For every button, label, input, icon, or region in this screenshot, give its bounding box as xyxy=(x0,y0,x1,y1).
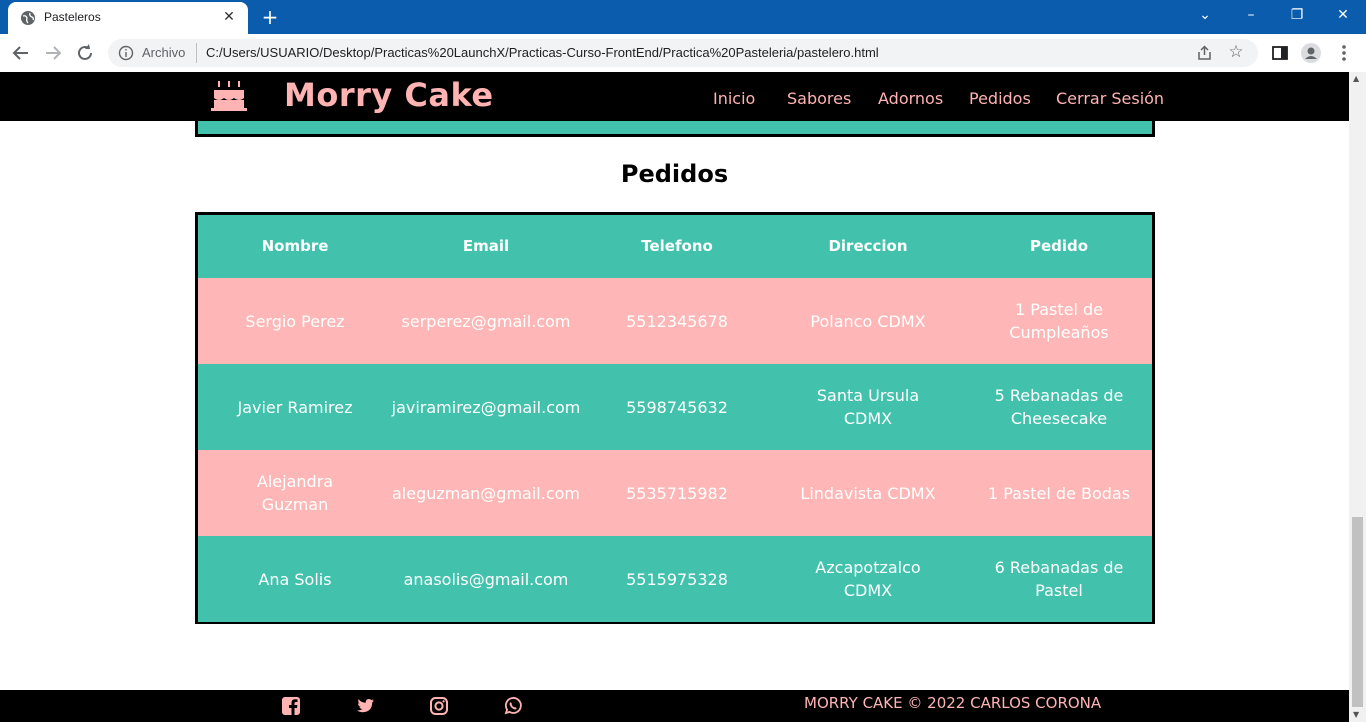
restore-button[interactable]: ❐ xyxy=(1277,4,1317,26)
close-window-button[interactable]: ✕ xyxy=(1323,4,1363,26)
site-brand[interactable]: Morry Cake xyxy=(284,76,494,114)
cell-telefono: 5535715982 xyxy=(626,483,728,503)
facebook-icon[interactable] xyxy=(281,696,301,716)
table-row: Sergio Perez serperez@gmail.com 55123456… xyxy=(198,278,1152,364)
cell-telefono: 5512345678 xyxy=(626,311,728,331)
site-footer: MORRY CAKE © 2022 CARLOS CORONA xyxy=(0,690,1349,722)
share-icon[interactable] xyxy=(1196,44,1214,62)
cell-direccion: Lindavista CDMX xyxy=(800,483,936,503)
scroll-up-icon[interactable]: ▲ xyxy=(1353,74,1359,83)
column-header-direccion: Direccion xyxy=(828,237,908,255)
column-header-telefono: Telefono xyxy=(641,237,713,255)
address-bar[interactable]: Archivo C:/Users/USUARIO/Desktop/Practic… xyxy=(108,39,1258,67)
cell-direccion: Santa Ursula CDMX xyxy=(816,386,920,428)
profile-avatar-icon[interactable] xyxy=(1301,43,1321,63)
side-panel-icon[interactable] xyxy=(1270,43,1290,63)
cell-email: aleguzman@gmail.com xyxy=(391,483,580,503)
nav-link-pedidos[interactable]: Pedidos xyxy=(969,89,1031,108)
tab-close-icon[interactable]: ✕ xyxy=(220,8,238,26)
cell-direccion: Azcapotzalco CDMX xyxy=(815,558,921,600)
nav-link-sabores[interactable]: Sabores xyxy=(787,89,851,108)
cell-email: javiramirez@gmail.com xyxy=(391,397,581,417)
tab-search-icon[interactable]: ⌄ xyxy=(1185,4,1225,26)
menu-kebab-icon[interactable] xyxy=(1334,43,1354,63)
browser-tab-strip: Pasteleros ✕ + ⌄ – ❐ ✕ xyxy=(0,0,1366,34)
scheme-label: Archivo xyxy=(142,45,186,60)
cell-email: anasolis@gmail.com xyxy=(403,569,569,589)
forward-icon[interactable] xyxy=(42,42,64,64)
cell-direccion: Polanco CDMX xyxy=(810,311,926,331)
cell-nombre: Ana Solis xyxy=(258,569,332,589)
cell-telefono: 5598745632 xyxy=(626,397,728,417)
new-tab-button[interactable]: + xyxy=(260,6,280,28)
nav-link-inicio[interactable]: Inicio xyxy=(713,89,755,108)
globe-icon xyxy=(21,11,35,25)
nav-link-cerrar-sesion[interactable]: Cerrar Sesión xyxy=(1056,89,1164,108)
cake-icon xyxy=(211,81,247,111)
cell-nombre: Javier Ramirez xyxy=(237,397,353,417)
omnibox-divider xyxy=(196,43,197,63)
orders-table: Nombre Email Telefono Direccion Pedido S… xyxy=(195,212,1155,624)
cell-pedido: 1 Pastel de Cumpleaños xyxy=(1009,300,1109,342)
back-icon[interactable] xyxy=(10,42,32,64)
table-row: Alejandra Guzman aleguzman@gmail.com 5535… xyxy=(198,450,1152,536)
column-header-pedido: Pedido xyxy=(1029,237,1089,255)
cell-email: serperez@gmail.com xyxy=(401,311,571,331)
cell-nombre: Sergio Perez xyxy=(245,311,345,331)
site-navbar: Morry Cake Inicio Sabores Adornos Pedido… xyxy=(0,72,1349,121)
scroll-down-icon[interactable]: ▼ xyxy=(1353,710,1359,719)
nav-link-adornos[interactable]: Adornos xyxy=(878,89,943,108)
table-row: Javier Ramirez javiramirez@gmail.com 559… xyxy=(198,364,1152,450)
table-header: Nombre Email Telefono Direccion Pedido xyxy=(198,215,1152,278)
column-header-email: Email xyxy=(462,237,510,255)
page-viewport: Morry Cake Inicio Sabores Adornos Pedido… xyxy=(0,72,1349,722)
info-icon[interactable] xyxy=(118,45,134,61)
table-row: Ana Solis anasolis@gmail.com 5515975328 … xyxy=(198,536,1152,622)
url-text[interactable]: C:/Users/USUARIO/Desktop/Practicas%20Lau… xyxy=(206,45,879,60)
whatsapp-icon[interactable] xyxy=(503,696,523,716)
minimize-button[interactable]: – xyxy=(1231,4,1271,26)
cell-telefono: 5515975328 xyxy=(626,569,728,589)
footer-copyright: MORRY CAKE © 2022 CARLOS CORONA xyxy=(804,694,1102,712)
instagram-icon[interactable] xyxy=(429,696,449,716)
tab-title: Pasteleros xyxy=(44,10,101,24)
browser-toolbar: Archivo C:/Users/USUARIO/Desktop/Practic… xyxy=(0,34,1366,73)
twitter-icon[interactable] xyxy=(355,696,375,716)
browser-tab[interactable]: Pasteleros ✕ xyxy=(8,2,248,34)
column-header-nombre: Nombre xyxy=(261,237,329,255)
cell-pedido: 1 Pastel de Bodas xyxy=(987,483,1131,503)
reload-icon[interactable] xyxy=(74,42,96,64)
section-title: Pedidos xyxy=(620,160,729,188)
cell-pedido: 5 Rebanadas de Cheesecake xyxy=(994,386,1124,428)
scrollbar-thumb[interactable] xyxy=(1352,517,1363,707)
cell-nombre: Alejandra Guzman xyxy=(256,472,334,514)
cell-pedido: 6 Rebanadas de Pastel xyxy=(994,558,1124,600)
bookmark-star-icon[interactable]: ☆ xyxy=(1226,42,1246,62)
